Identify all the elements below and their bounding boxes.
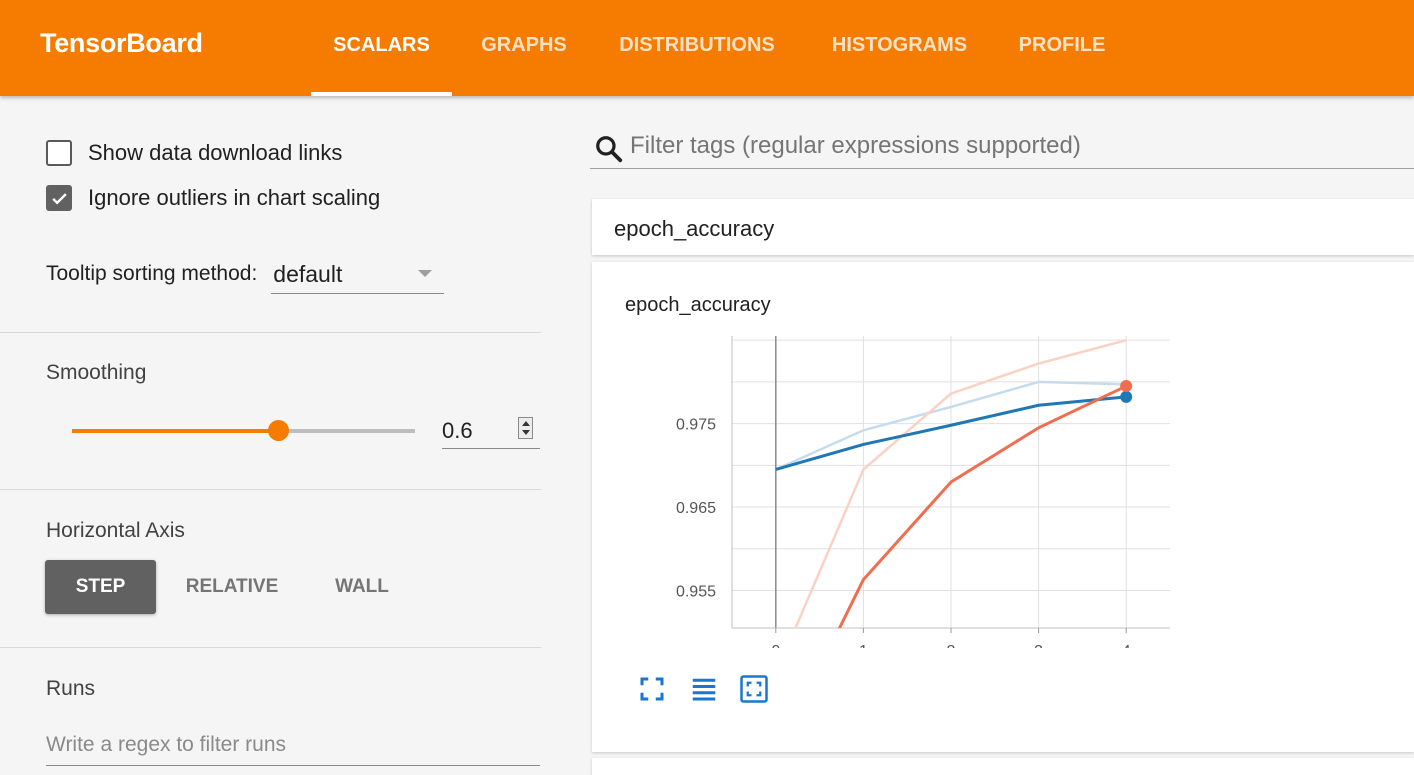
line-chart[interactable]: 0.975 0.965 0.955 0 1 2 3 4	[632, 328, 1192, 648]
runs-filter-input[interactable]: Write a regex to filter runs	[46, 728, 540, 766]
chart-title: epoch_accuracy	[625, 294, 771, 316]
tooltip-sorting-dropdown[interactable]: default	[271, 258, 445, 294]
tab-graphs[interactable]: GRAPHS	[460, 0, 588, 96]
horizontal-axis-title: Horizontal Axis	[46, 519, 185, 542]
fullscreen-icon[interactable]	[637, 674, 667, 704]
ignore-outliers-label: Ignore outliers in chart scaling	[88, 185, 381, 210]
stepper-icon[interactable]	[518, 417, 533, 439]
smoothing-slider[interactable]	[72, 420, 415, 441]
tag-filter-input[interactable]: Filter tags (regular expressions support…	[590, 126, 1414, 169]
list-icon[interactable]	[689, 674, 719, 704]
tab-profile[interactable]: PROFILE	[1003, 0, 1121, 96]
axis-wall-button[interactable]: WALL	[312, 560, 412, 614]
runs-filter-placeholder: Write a regex to filter runs	[46, 733, 287, 756]
smoothing-slider-fill	[72, 429, 278, 433]
series-end-point	[1120, 390, 1133, 403]
runs-title: Runs	[46, 677, 96, 700]
axis-step-button[interactable]: STEP	[45, 560, 156, 614]
divider	[0, 489, 541, 490]
x-tick-label: 1	[859, 643, 868, 648]
checkmark-icon	[52, 193, 67, 205]
axis-relative-button[interactable]: RELATIVE	[170, 560, 294, 614]
tab-distributions[interactable]: DISTRIBUTIONS	[600, 0, 794, 96]
show-download-links-label: Show data download links	[88, 140, 343, 165]
show-download-links-checkbox[interactable]	[46, 140, 72, 166]
tab-histograms[interactable]: HISTOGRAMS	[812, 0, 987, 96]
x-tick-label: 0	[771, 643, 780, 648]
divider	[0, 647, 541, 648]
y-tick-label: 0.955	[676, 583, 716, 600]
tooltip-sorting-label: Tooltip sorting method:	[46, 262, 258, 285]
ignore-outliers-checkbox[interactable]	[46, 185, 72, 211]
smoothing-input[interactable]: 0.6	[442, 412, 540, 449]
dropdown-caret-icon	[418, 270, 433, 277]
show-download-links-row[interactable]: Show data download links	[46, 140, 342, 166]
fit-domain-icon[interactable]	[739, 674, 769, 704]
tab-scalars[interactable]: SCALARS	[311, 0, 452, 96]
tag-filter-placeholder: Filter tags (regular expressions support…	[630, 132, 1081, 159]
category-title: epoch_accuracy	[614, 216, 775, 241]
smoothing-value: 0.6	[442, 418, 473, 443]
divider	[0, 332, 541, 333]
sidebar: Show data download links Ignore outliers…	[0, 96, 541, 775]
next-category-header[interactable]	[592, 758, 1414, 775]
series-end-point	[1120, 380, 1133, 393]
smoothing-title: Smoothing	[46, 361, 147, 384]
x-tick-label: 4	[1122, 643, 1131, 648]
category-header[interactable]: epoch_accuracy	[592, 199, 1414, 255]
tooltip-sorting-row: Tooltip sorting method: default	[46, 258, 445, 294]
app-title: TensorBoard	[40, 28, 203, 58]
smoothing-slider-knob[interactable]	[267, 420, 289, 441]
x-tick-label: 3	[1034, 643, 1043, 648]
scalar-card: epoch_accuracy 0.975 0.965 0.955 0 1 2 3 4	[592, 262, 1414, 752]
search-icon	[596, 136, 623, 163]
ignore-outliers-row[interactable]: Ignore outliers in chart scaling	[46, 185, 380, 211]
y-tick-label: 0.965	[676, 500, 716, 517]
top-app-bar: TensorBoard SCALARS GRAPHS DISTRIBUTIONS…	[0, 0, 1414, 96]
x-tick-label: 2	[947, 643, 956, 648]
y-tick-label: 0.975	[676, 417, 716, 434]
tooltip-sorting-value: default	[273, 261, 343, 287]
